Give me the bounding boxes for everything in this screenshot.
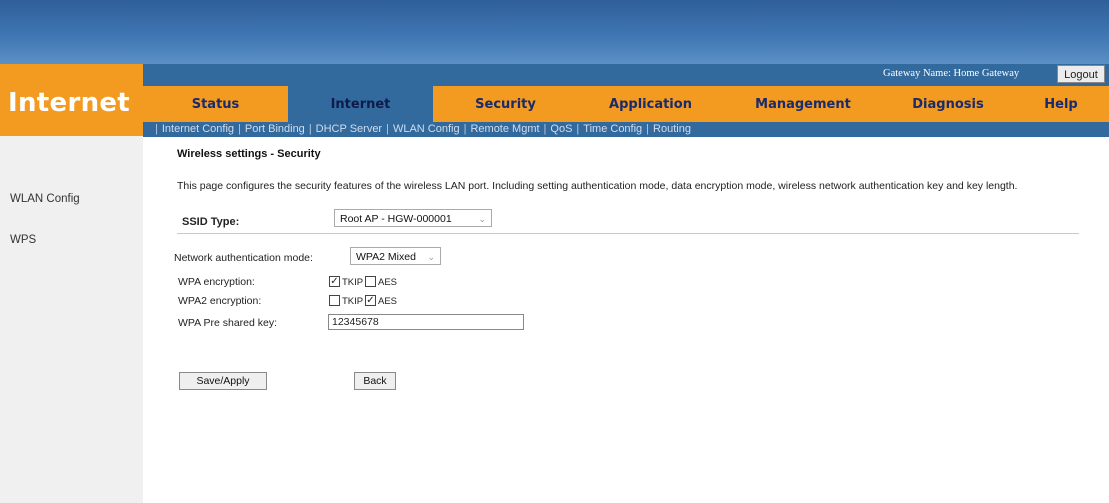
tab-application[interactable]: Application (578, 86, 723, 122)
page-title: Wireless settings - Security (177, 148, 321, 160)
wpa-aes-label: AES (378, 277, 398, 288)
psk-input[interactable]: 12345678 (328, 314, 524, 330)
subnav-qos[interactable]: QoS (550, 123, 572, 135)
tab-help[interactable]: Help (1013, 86, 1109, 122)
main-content: Wireless settings - Security This page c… (143, 137, 1109, 503)
subnav-internet-config[interactable]: Internet Config (162, 123, 234, 135)
top-bar: Gateway Name: Home Gateway Logout (143, 64, 1109, 86)
sidebar: WLAN Config WPS (0, 136, 143, 503)
auth-mode-label: Network authentication mode: (174, 252, 313, 264)
wpa2-encryption-label: WPA2 encryption: (178, 295, 262, 307)
ssid-type-select[interactable]: Root AP - HGW-000001 ⌄ (334, 209, 492, 227)
wpa-encryption-label: WPA encryption: (178, 276, 255, 288)
save-apply-button[interactable]: Save/Apply (179, 372, 267, 390)
back-button[interactable]: Back (354, 372, 396, 390)
auth-mode-select[interactable]: WPA2 Mixed ⌄ (350, 247, 441, 265)
auth-mode-value: WPA2 Mixed (356, 251, 416, 263)
check-icon: ✓ (366, 295, 375, 306)
page-description: This page configures the security featur… (177, 180, 1018, 192)
wpa2-tkip-checkbox[interactable] (329, 295, 340, 306)
top-banner (0, 0, 1109, 64)
ssid-type-label: SSID Type: (182, 216, 240, 228)
section-brand: Internet (0, 64, 143, 136)
wpa-tkip-label: TKIP (342, 277, 364, 288)
wpa-tkip-checkbox[interactable]: ✓ (329, 276, 340, 287)
subnav-wlan-config[interactable]: WLAN Config (393, 123, 460, 135)
section-divider (177, 233, 1079, 234)
tab-status[interactable]: Status (143, 86, 288, 122)
wpa-aes-checkbox[interactable] (365, 276, 376, 287)
logout-button[interactable]: Logout (1057, 65, 1105, 83)
chevron-down-icon: ⌄ (478, 214, 486, 224)
sidebar-item-wps[interactable]: WPS (10, 234, 36, 246)
chevron-down-icon: ⌄ (427, 252, 435, 262)
subnav-remote-mgmt[interactable]: Remote Mgmt (470, 123, 539, 135)
brand-title: Internet (8, 88, 131, 118)
ssid-type-value: Root AP - HGW-000001 (340, 213, 452, 225)
subnav-time-config[interactable]: Time Config (583, 123, 642, 135)
sidebar-item-wlan-config[interactable]: WLAN Config (10, 193, 80, 205)
wpa2-tkip-label: TKIP (342, 296, 364, 307)
psk-label: WPA Pre shared key: (178, 317, 278, 329)
subnav-routing[interactable]: Routing (653, 123, 691, 135)
tab-internet[interactable]: Internet (288, 86, 433, 122)
subnav-dhcp-server[interactable]: DHCP Server (316, 123, 382, 135)
wpa2-aes-label: AES (378, 296, 398, 307)
check-icon: ✓ (330, 276, 339, 287)
tab-diagnosis[interactable]: Diagnosis (883, 86, 1013, 122)
main-nav: Status Internet Security Application Man… (143, 86, 1109, 122)
gateway-name: Gateway Name: Home Gateway (883, 68, 1020, 79)
tab-management[interactable]: Management (723, 86, 883, 122)
wpa2-aes-checkbox[interactable]: ✓ (365, 295, 376, 306)
sub-nav: | Internet Config | Port Binding | DHCP Serve… (143, 122, 1109, 137)
subnav-port-binding[interactable]: Port Binding (245, 123, 305, 135)
tab-security[interactable]: Security (433, 86, 578, 122)
